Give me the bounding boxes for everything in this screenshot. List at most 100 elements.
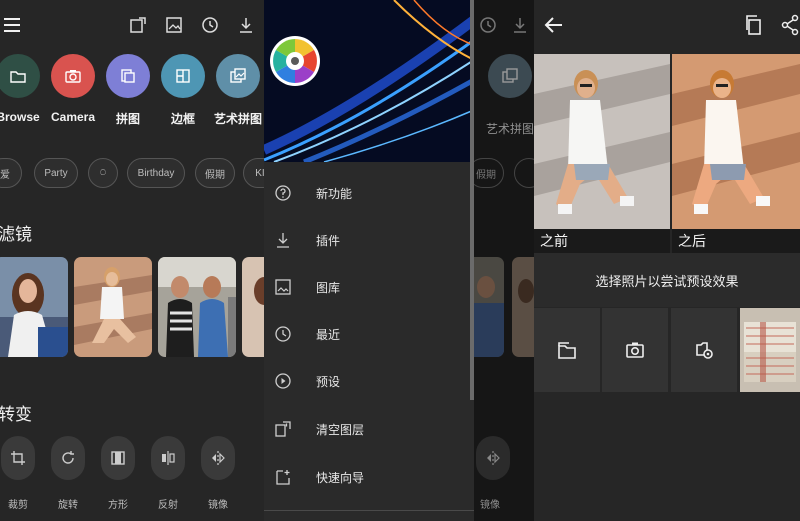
clear-layers-icon [274, 420, 292, 438]
after-label: 之后 [672, 229, 800, 253]
gallery-icon [274, 278, 292, 296]
camera-button[interactable]: Camera [43, 54, 103, 124]
crop-icon [1, 436, 35, 480]
rotate-button[interactable]: 旋转 [51, 436, 85, 511]
chip-love[interactable]: 爱 [0, 158, 22, 188]
art-collage-label: 艺术拼图 [486, 122, 534, 136]
chip-holiday: 假期 [474, 158, 504, 188]
filter-thumb [512, 257, 534, 357]
before-photo [534, 54, 670, 229]
mirror-icon [201, 436, 235, 480]
menu-item-clear-layers[interactable]: 清空图层 [264, 406, 474, 452]
transform-title: 转变 [0, 405, 32, 424]
settings-photo-button[interactable] [671, 308, 737, 392]
frame-button[interactable]: 边框 [153, 54, 213, 127]
download-icon [274, 231, 292, 249]
history-icon[interactable] [200, 15, 220, 35]
add-layer-icon[interactable] [128, 15, 148, 35]
menu-item-plugins[interactable]: 插件 [264, 217, 474, 263]
square-icon [101, 436, 135, 480]
play-circle-icon [274, 372, 292, 390]
menu-item-label: 图库 [316, 281, 341, 295]
menu-item-label: 快速向导 [316, 471, 365, 485]
chip-holiday[interactable]: 假期 [195, 158, 235, 188]
rotate-label: 旋转 [58, 500, 78, 511]
collage-icon [106, 54, 150, 98]
chip-birthday[interactable]: Birthday [127, 158, 185, 188]
rotate-icon [51, 436, 85, 480]
copy-icon[interactable] [744, 14, 764, 36]
divider [264, 510, 474, 511]
dimmed-background-panel: 艺术拼图 假期 镜像 [474, 0, 534, 521]
chip-party[interactable]: Party [34, 158, 78, 188]
frame-icon [161, 54, 205, 98]
menu-item-label: 预设 [316, 375, 341, 389]
mirror-button[interactable]: 镜像 [201, 436, 235, 511]
art-collage-icon [216, 54, 260, 98]
filter-thumb[interactable] [0, 257, 68, 357]
menu-item-label: 新功能 [316, 187, 353, 201]
chip-more [514, 158, 534, 188]
history-icon [478, 15, 498, 35]
after-photo [672, 54, 800, 229]
menu-icon[interactable] [4, 18, 20, 32]
frame-label: 边框 [170, 112, 195, 126]
menu-item-label: 清空图层 [316, 423, 365, 437]
mirror-label: 镜像 [208, 500, 228, 511]
filter-thumb[interactable] [158, 257, 236, 357]
drawer-header [264, 0, 474, 162]
menu-item-new-features[interactable]: 新功能 [264, 170, 474, 216]
navigation-drawer: 新功能 插件 图库 最近 预设 清空图层 快速向导 [264, 0, 474, 521]
sample-photo[interactable] [740, 308, 800, 392]
back-arrow-icon[interactable] [542, 13, 566, 37]
app-logo [270, 36, 320, 86]
collage-label: 拼图 [115, 112, 140, 126]
download-icon [510, 15, 530, 35]
reflect-button[interactable]: 反射 [151, 436, 185, 511]
top-toolbar [0, 0, 264, 52]
presets-panel: 之前 之后 选择照片以尝试预设效果 [534, 0, 800, 521]
menu-item-recent[interactable]: 最近 [264, 311, 474, 357]
art-collage-icon [488, 54, 532, 98]
square-label: 方形 [108, 500, 128, 511]
crop-button[interactable]: 裁剪 [1, 436, 35, 511]
help-icon [274, 184, 292, 202]
menu-item-quick-guide[interactable]: 快速向导 [264, 454, 474, 500]
browse-photo-button[interactable] [534, 308, 600, 392]
browse-button[interactable]: Browse [0, 54, 48, 124]
folder-icon [558, 342, 576, 359]
crop-label: 裁剪 [8, 500, 28, 511]
browse-label: Browse [0, 110, 40, 124]
camera-icon [51, 54, 95, 98]
chip-icon[interactable]: ⍥ [88, 158, 118, 188]
preset-hint: 选择照片以尝试预设效果 [534, 253, 800, 307]
art-collage-label: 艺术拼图 [213, 112, 262, 126]
before-label: 之前 [534, 229, 670, 253]
settings-icon [696, 342, 713, 359]
menu-item-presets[interactable]: 预设 [264, 358, 474, 404]
collage-button[interactable]: 拼图 [98, 54, 158, 127]
chip-more[interactable]: KI [243, 158, 264, 188]
camera-icon [626, 342, 644, 358]
editor-home-panel: Browse Camera 拼图 边框 艺术拼图 爱 Party ⍥ Birth… [0, 0, 264, 521]
quick-guide-icon [274, 468, 292, 486]
filter-thumb [474, 257, 504, 357]
share-icon[interactable] [780, 14, 800, 36]
download-icon[interactable] [236, 15, 256, 35]
art-collage-button[interactable]: 艺术拼图 [208, 54, 264, 127]
camera-photo-button[interactable] [602, 308, 668, 392]
reflect-label: 反射 [158, 500, 178, 511]
square-button[interactable]: 方形 [101, 436, 135, 511]
menu-item-label: 最近 [316, 328, 341, 342]
mirror-label: 镜像 [480, 500, 500, 511]
reflect-icon [151, 436, 185, 480]
filters-title: 滤镜 [0, 225, 32, 244]
filter-thumb[interactable] [242, 257, 264, 357]
gallery-icon[interactable] [164, 15, 184, 35]
folder-icon [0, 54, 40, 98]
filter-thumb[interactable] [74, 257, 152, 357]
menu-item-gallery[interactable]: 图库 [264, 264, 474, 310]
history-icon [274, 325, 292, 343]
mirror-icon [476, 436, 510, 480]
menu-item-label: 插件 [316, 234, 341, 248]
